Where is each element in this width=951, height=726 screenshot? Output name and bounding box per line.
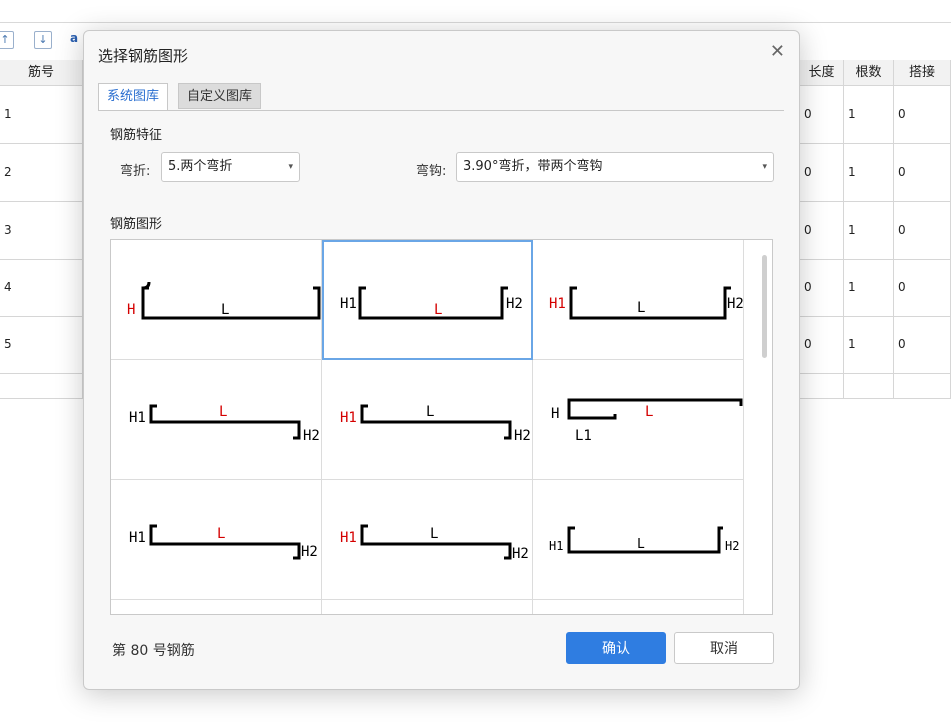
header-count: 根数 [844,60,894,85]
row-count: 1 [844,202,894,259]
shape-label-h2: H2 [514,428,531,444]
shape-label-l: L [645,404,653,420]
rebar-number-status: 第 80 号钢筋 [112,643,195,659]
row-number: 2 [0,144,83,201]
row-lap: 0 [894,86,951,143]
tab-system-library[interactable]: 系统图库 [98,83,169,111]
chevron-down-icon: ▾ [762,162,767,172]
gallery-scrollbar[interactable] [762,255,767,358]
header-length: 长度 [800,60,844,85]
shape-cell[interactable]: H L L1 [533,360,744,480]
shapes-section-label: 钢筋图形 [110,217,163,232]
row-lap: 0 [894,316,951,373]
shape-label-h2: H2 [301,544,318,560]
chevron-down-icon: ▾ [288,162,293,172]
shape-cell[interactable]: H1 L H2 [533,480,744,600]
bend-select-value: 5.两个弯折 [168,159,233,174]
row-count: 1 [844,316,894,373]
shape-label-h1: H1 [340,410,357,426]
row-number: 1 [0,86,83,143]
shape-cell[interactable]: H1 L H2 [533,240,744,360]
move-down-icon[interactable]: ↓ [34,31,52,49]
confirm-button[interactable]: 确认 [566,632,666,664]
shape-label-h1: H1 [129,410,146,426]
shape-cell[interactable]: H1 L H2 [322,480,533,600]
header-lap: 搭接 [894,60,951,85]
hook-select-value: 3.90°弯折，带两个弯钩 [463,159,603,174]
shape-label-l: L [221,302,229,318]
row-lap: 0 [894,144,951,201]
close-icon[interactable]: ✕ [770,41,785,62]
shape-label-h2: H2 [727,296,744,312]
row-count [844,373,894,398]
tab-custom-library[interactable]: 自定义图库 [178,83,262,109]
shape-label-l: L [426,404,434,420]
shape-label-h2: H2 [725,539,739,553]
shape-cell-selected[interactable]: H1 L H2 [322,240,533,360]
shape-cell[interactable] [111,600,322,614]
row-count: 1 [844,144,894,201]
row-number [0,373,83,398]
shape-label-h2: H2 [506,296,523,312]
row-count: 1 [844,86,894,143]
shape-label-l1: L1 [575,428,592,444]
shape-label-l: L [430,526,438,542]
row-length [800,373,844,398]
shape-label-h: H [551,406,559,422]
row-lap: 0 [894,202,951,259]
shape-label-h1: H1 [340,530,357,546]
row-count: 1 [844,259,894,316]
dialog-title: 选择钢筋图形 [98,47,189,65]
hook-select[interactable]: 3.90°弯折，带两个弯钩 ▾ [456,152,774,182]
shape-label-l: L [637,537,645,552]
row-number: 4 [0,259,83,316]
shape-label-h1: H1 [340,296,357,312]
hook-label: 弯钩: [416,164,447,179]
shape-label-h: H [127,302,135,318]
shape-cell[interactable]: H1 L H2 [322,360,533,480]
shape-cell[interactable] [322,600,533,614]
shape-label-h2: H2 [512,546,529,562]
bend-select[interactable]: 5.两个弯折 ▾ [161,152,300,182]
shape-label-l: L [637,300,645,316]
row-number: 3 [0,202,83,259]
bend-label: 弯折: [120,164,151,179]
shape-label-h1: H1 [549,296,566,312]
row-length: 0 [800,202,844,259]
shape-gallery: H L H1 L H2 H1 L H2 H1 L H2 H1 L H2 H L … [110,239,773,615]
shape-label-l: L [217,526,225,542]
shape-label-l: L [434,302,442,318]
shape-label-h2: H2 [303,428,320,444]
header-rebar-number: 筋号 [0,60,83,85]
shape-cell[interactable]: H1 L H2 [111,360,322,480]
move-up-icon[interactable]: ↑ [0,31,14,49]
shape-cell[interactable]: H1 L H2 [111,480,322,600]
cancel-button[interactable]: 取消 [674,632,774,664]
shape-label-h1: H1 [549,539,563,553]
row-length: 0 [800,316,844,373]
shape-label-h1: H1 [129,530,146,546]
shape-label-l: L [219,404,227,420]
row-number: 5 [0,316,83,373]
row-lap: 0 [894,259,951,316]
row-length: 0 [800,86,844,143]
row-lap [894,373,951,398]
row-length: 0 [800,144,844,201]
shape-cell[interactable]: H L [111,240,322,360]
features-section-label: 钢筋特征 [110,128,163,143]
sort-az-icon[interactable]: a [70,31,78,45]
shape-cell[interactable] [533,600,744,614]
row-length: 0 [800,259,844,316]
